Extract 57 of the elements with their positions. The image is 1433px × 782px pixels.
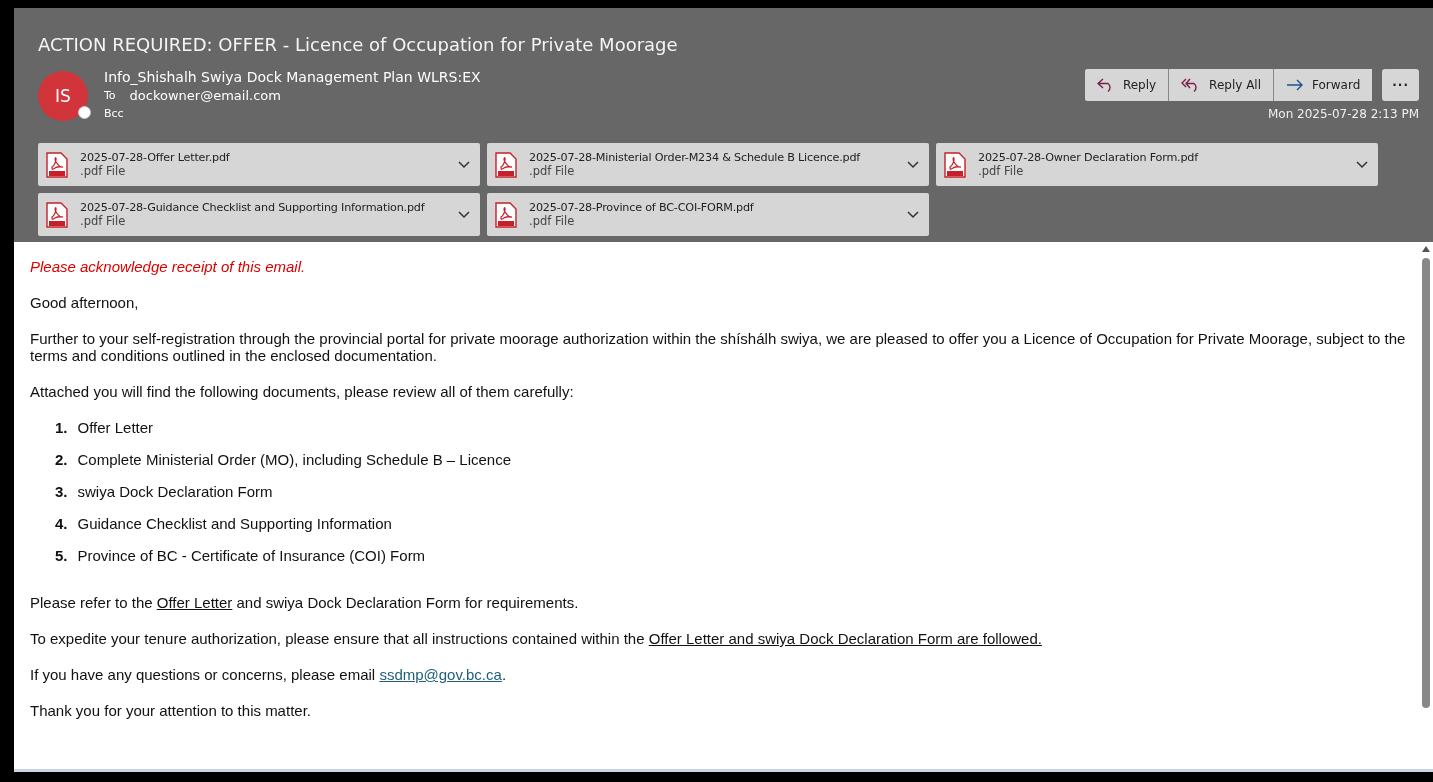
attachment-name: 2025-07-28-Guidance Checklist and Supporting Information.pdf bbox=[80, 201, 426, 214]
attachment-type: .pdf File bbox=[80, 214, 127, 228]
forward-button[interactable]: Forward bbox=[1273, 69, 1373, 101]
attachment-type: .pdf File bbox=[529, 214, 576, 228]
chevron-down-icon[interactable] bbox=[907, 160, 919, 169]
attachment-card[interactable]: 2025-07-28-Owner Declaration Form.pdf .pdf File bbox=[936, 143, 1378, 186]
pdf-file-icon bbox=[46, 201, 68, 228]
attachment-name: 2025-07-28-Province of BC-COI-FORM.pdf bbox=[529, 201, 755, 214]
avatar-initials: IS bbox=[55, 86, 71, 106]
body-text: . bbox=[501, 666, 507, 683]
recipient-label: To bbox=[104, 88, 116, 104]
body-paragraph: To expedite your tenure authorization, please ensure that all instructions contained within the Offer Letter and swiya Dock Declaration Form are followed. bbox=[30, 630, 1043, 647]
attachment-card[interactable]: 2025-07-28-Offer Letter.pdf .pdf File bbox=[38, 143, 480, 186]
chevron-down-icon[interactable] bbox=[458, 160, 470, 169]
body-paragraph: Thank you for your attention to this matter. bbox=[30, 702, 312, 719]
email-subject: ACTION REQUIRED: OFFER - Licence of Occupation for Private Moorage bbox=[38, 34, 679, 55]
body-paragraph: Good afternoon, bbox=[30, 294, 140, 311]
list-item: Guidance Checklist and Supporting Information bbox=[77, 515, 392, 532]
attachment-card[interactable]: 2025-07-28-Ministerial Order-M234 & Schedule B Licence.pdf .pdf File bbox=[487, 143, 929, 186]
list-item: Province of BC - Certificate of Insurance (COI) Form bbox=[77, 547, 426, 564]
scroll-thumb[interactable] bbox=[1422, 258, 1430, 708]
body-paragraph: Further to your self-registration through the provincial portal for private moorage authorization within the shíshálh swiya, we are pleased to offer you a Licence of Occupation for Private Moorage, subject to the terms and conditions outlined in the enclosed documentation. bbox=[30, 330, 1407, 364]
recipient-address: dockowner@email.com bbox=[129, 87, 281, 105]
attachment-card[interactable]: 2025-07-28-Guidance Checklist and Supporting Information.pdf .pdf File bbox=[38, 193, 480, 236]
scroll-up-icon[interactable] bbox=[1422, 246, 1430, 252]
pdf-file-icon bbox=[495, 201, 517, 228]
chevron-down-icon[interactable] bbox=[458, 210, 470, 219]
list-number: 5. bbox=[55, 547, 68, 564]
notice-text: Please acknowledge receipt of this email. bbox=[30, 258, 307, 275]
body-paragraph: Attached you will find the following documents, please review all of them carefully: bbox=[30, 383, 575, 400]
email-link[interactable]: ssdmp@gov.bc.ca bbox=[379, 666, 502, 683]
attachment-type: .pdf File bbox=[80, 164, 127, 178]
attachment-name: 2025-07-28-Ministerial Order-M234 & Schedule B Licence.pdf bbox=[529, 151, 862, 164]
recipient-label: Bcc bbox=[104, 106, 124, 122]
body-paragraph: Please refer to the Offer Letter and swiya Dock Declaration Form for requirements. bbox=[30, 594, 580, 611]
forward-icon bbox=[1286, 79, 1305, 91]
list-number: 4. bbox=[55, 515, 68, 532]
more-button[interactable]: ··· bbox=[1382, 69, 1419, 101]
pdf-file-icon bbox=[944, 151, 966, 178]
chevron-down-icon[interactable] bbox=[1356, 160, 1368, 169]
sender-name: Info_Shishalh Swiya Dock Management Plan WLRS:EX bbox=[104, 69, 482, 85]
chevron-down-icon[interactable] bbox=[907, 210, 919, 219]
attachment-name: 2025-07-28-Offer Letter.pdf bbox=[80, 151, 231, 164]
list-number: 3. bbox=[55, 483, 68, 500]
list-number: 2. bbox=[55, 451, 68, 468]
pdf-file-icon bbox=[495, 151, 517, 178]
pdf-file-icon bbox=[46, 151, 68, 178]
list-item: swiya Dock Declaration Form bbox=[77, 483, 273, 500]
attachment-type: .pdf File bbox=[529, 164, 576, 178]
body-text: If you have any questions or concerns, please email bbox=[30, 666, 377, 683]
attachment-name: 2025-07-28-Owner Declaration Form.pdf bbox=[978, 151, 1200, 164]
sent-date: Mon 2025-07-28 2:13 PM bbox=[1267, 107, 1419, 121]
attachment-type: .pdf File bbox=[978, 164, 1025, 178]
list-number: 1. bbox=[55, 419, 68, 436]
list-item: Offer Letter bbox=[77, 419, 154, 436]
attachment-card[interactable]: 2025-07-28-Province of BC-COI-FORM.pdf .pdf File bbox=[487, 193, 929, 236]
list-item: Complete Ministerial Order (MO), including Schedule B – Licence bbox=[77, 451, 512, 468]
